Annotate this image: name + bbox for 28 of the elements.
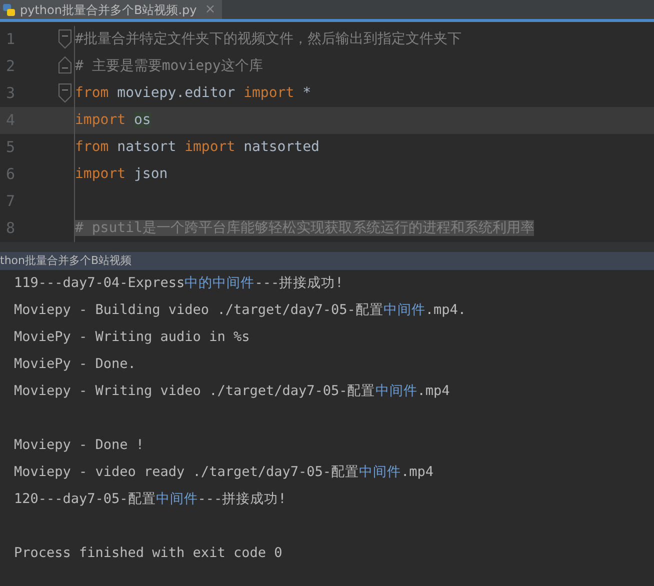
code-text: from moviepy.editor import * xyxy=(75,85,312,101)
code-text: import json xyxy=(75,166,168,182)
console-line: Moviepy - Done ! xyxy=(14,437,144,453)
line-number: 7 xyxy=(5,191,16,212)
python-file-icon xyxy=(2,2,16,16)
line-number: 1 xyxy=(5,29,16,50)
console-line: Moviepy - Writing video ./target/day7-05-配置中间件.mp4 xyxy=(14,383,450,399)
fold-icon[interactable] xyxy=(58,28,72,50)
console-line: Process finished with exit code 0 xyxy=(14,545,282,561)
fold-icon[interactable] xyxy=(58,82,72,104)
line-number: 6 xyxy=(5,164,16,185)
console-line: Moviepy - video ready ./target/day7-05-配置中间件.mp4 xyxy=(14,464,434,480)
console-line: Moviepy - Building video ./target/day7-05-配置中间件.mp4. xyxy=(14,302,466,318)
close-icon[interactable]: × xyxy=(204,0,216,20)
line-number: 8 xyxy=(5,218,16,239)
console-line: 120---day7-05-配置中间件---拼接成功! xyxy=(14,491,286,507)
line-number: 3 xyxy=(5,83,16,104)
line-number: 5 xyxy=(5,137,16,158)
console-line: 119---day7-04-Express中的中间件---拼接成功! xyxy=(14,275,344,291)
file-tab[interactable]: python批量合并多个B站视频.py × xyxy=(0,0,222,19)
console-line: MoviePy - Done. xyxy=(14,356,136,372)
code-text: #批量合并特定文件夹下的视频文件，然后输出到指定文件夹下 xyxy=(75,31,462,47)
code-text: # 主要是需要moviepy这个库 xyxy=(75,58,263,74)
code-text: from natsort import natsorted xyxy=(75,139,320,155)
run-panel-title: thon批量合并多个B站视频 xyxy=(0,252,654,270)
console-line: MoviePy - Writing audio in %s xyxy=(14,329,250,345)
code-text: import os xyxy=(75,112,151,128)
line-number: 2 xyxy=(5,56,16,77)
